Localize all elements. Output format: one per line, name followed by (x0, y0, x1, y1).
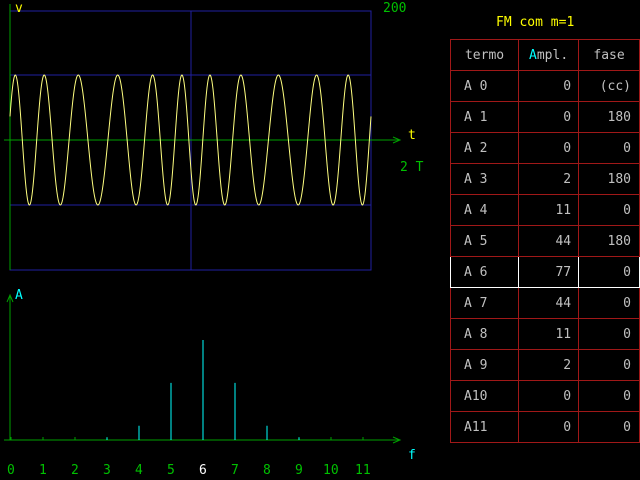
spectrum-tick-label: 0 (7, 463, 15, 478)
amplitude-cell: 11 (518, 318, 580, 350)
term-cell: A 9 (449, 349, 520, 381)
table-row[interactable]: A 7 44 0 (449, 287, 640, 319)
amplitude-cell: 2 (518, 163, 580, 195)
table-row[interactable]: A 200 (449, 132, 640, 164)
spectrum-tick-label: 7 (231, 463, 239, 478)
spectrum-tick-label: 11 (355, 463, 371, 478)
table-row[interactable]: A 8 11 0 (449, 318, 640, 350)
table-row[interactable]: A 920 (449, 349, 640, 381)
spectrum-tick-label: 5 (167, 463, 175, 478)
table-row[interactable]: A 4 11 0 (449, 194, 640, 226)
spectrum-tick-label: 10 (323, 463, 339, 478)
header-amplitude: Ampl. (518, 39, 580, 71)
phase-cell: 0 (578, 411, 640, 443)
phase-cell: 180 (578, 225, 640, 257)
phase-cell: 180 (578, 163, 640, 195)
header-term: termo (449, 39, 520, 71)
term-cell: A 7 (449, 287, 520, 319)
amplitude-cell: 0 (518, 70, 580, 102)
phase-cell: 0 (578, 318, 640, 350)
spectrum-tick-label: 1 (39, 463, 47, 478)
phase-cell: 0 (578, 256, 640, 288)
term-cell: A 1 (449, 101, 520, 133)
scope-range-label: 200 (383, 1, 407, 16)
amplitude-cell: 77 (518, 256, 580, 288)
spectrum-x-axis-label: f (408, 448, 416, 463)
spectrum-tick-label: 4 (135, 463, 143, 478)
scope-time-label: 2 T (400, 160, 424, 175)
table-row[interactable]: A 0 0 (cc) (449, 70, 640, 102)
phase-cell: 0 (578, 194, 640, 226)
spectrum-tick-label: 2 (71, 463, 79, 478)
scope-x-axis-label: t (408, 128, 416, 143)
spectrum-tick-label: 3 (103, 463, 111, 478)
spectrum-y-axis-label: A (15, 288, 23, 303)
term-cell: A 8 (449, 318, 520, 350)
spectrum-tick-label: 6 (199, 463, 207, 478)
amplitude-cell: 0 (518, 380, 580, 412)
harmonics-table: termo Ampl. fase A 0 0 (cc) A 1 0 180 A 200A 3… (449, 39, 640, 443)
scope-y-axis-label: v (15, 1, 23, 16)
phase-cell: 0 (578, 349, 640, 381)
table-row[interactable]: A 6 77 0 (449, 256, 640, 288)
header-phase: fase (578, 39, 640, 71)
phase-cell: 0 (578, 132, 640, 164)
spectrum-tick-label: 9 (295, 463, 303, 478)
term-cell: A 4 (449, 194, 520, 226)
table-row[interactable]: A 3 2 180 (449, 163, 640, 195)
table-row[interactable]: A11 0 0 (449, 411, 640, 443)
phase-cell: 0 (578, 380, 640, 412)
spectrum-tick-label: 8 (263, 463, 271, 478)
amplitude-cell: 0 (518, 132, 580, 164)
phase-cell: 180 (578, 101, 640, 133)
table-row[interactable]: A 5 44 180 (449, 225, 640, 257)
term-cell: A 6 (449, 256, 520, 288)
term-cell: A 5 (449, 225, 520, 257)
amplitude-cell: 0 (518, 101, 580, 133)
term-cell: A 0 (449, 70, 520, 102)
table-header-row: termo Ampl. fase (449, 39, 640, 71)
term-cell: A 3 (449, 163, 520, 195)
panel-title: FM com m=1 (496, 15, 575, 30)
term-cell: A 2 (449, 132, 520, 164)
amplitude-cell: 44 (518, 287, 580, 319)
amplitude-cell: 44 (518, 225, 580, 257)
table-row[interactable]: A10 0 0 (449, 380, 640, 412)
amplitude-cell: 11 (518, 194, 580, 226)
term-cell: A10 (449, 380, 520, 412)
table-row[interactable]: A 1 0 180 (449, 101, 640, 133)
phase-cell: (cc) (578, 70, 640, 102)
amplitude-cell: 2 (518, 349, 580, 381)
phase-cell: 0 (578, 287, 640, 319)
term-cell: A11 (449, 411, 520, 443)
amplitude-cell: 0 (518, 411, 580, 443)
